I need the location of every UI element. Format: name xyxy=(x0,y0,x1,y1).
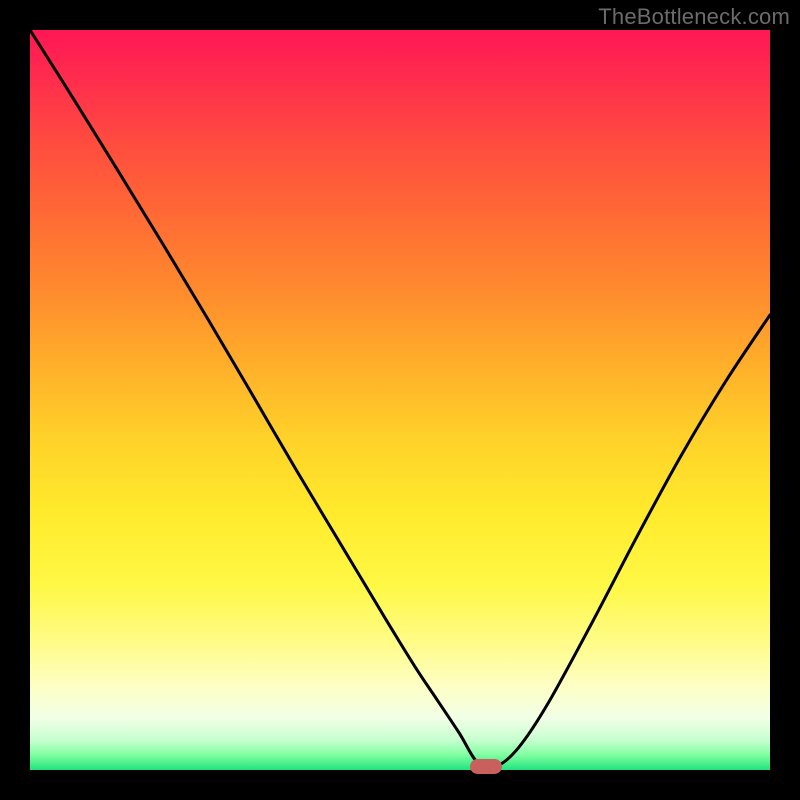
watermark-text: TheBottleneck.com xyxy=(598,4,790,30)
chart-container: TheBottleneck.com xyxy=(0,0,800,800)
plot-area xyxy=(30,30,770,770)
curve-layer xyxy=(30,30,770,770)
optimum-marker xyxy=(470,759,502,774)
bottleneck-curve xyxy=(30,30,770,768)
